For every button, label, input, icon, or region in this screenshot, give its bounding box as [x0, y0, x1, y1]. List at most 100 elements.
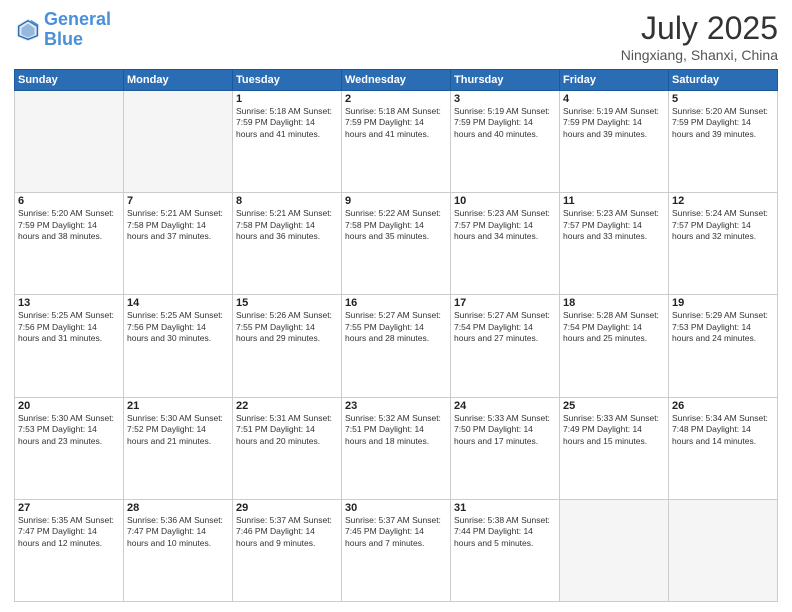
day-number: 23 [345, 400, 447, 412]
day-number: 16 [345, 297, 447, 309]
logo-text: General Blue [44, 10, 111, 50]
calendar-cell: 22Sunrise: 5:31 AM Sunset: 7:51 PM Dayli… [233, 397, 342, 499]
day-number: 13 [18, 297, 120, 309]
calendar-cell: 29Sunrise: 5:37 AM Sunset: 7:46 PM Dayli… [233, 499, 342, 601]
day-number: 22 [236, 400, 338, 412]
cell-info: Sunrise: 5:25 AM Sunset: 7:56 PM Dayligh… [127, 310, 229, 344]
calendar-cell: 16Sunrise: 5:27 AM Sunset: 7:55 PM Dayli… [342, 295, 451, 397]
calendar-header-wednesday: Wednesday [342, 70, 451, 91]
cell-info: Sunrise: 5:18 AM Sunset: 7:59 PM Dayligh… [345, 106, 447, 140]
calendar-cell: 21Sunrise: 5:30 AM Sunset: 7:52 PM Dayli… [124, 397, 233, 499]
calendar-week-3: 20Sunrise: 5:30 AM Sunset: 7:53 PM Dayli… [15, 397, 778, 499]
day-number: 24 [454, 400, 556, 412]
day-number: 12 [672, 195, 774, 207]
cell-info: Sunrise: 5:27 AM Sunset: 7:55 PM Dayligh… [345, 310, 447, 344]
cell-info: Sunrise: 5:23 AM Sunset: 7:57 PM Dayligh… [563, 208, 665, 242]
calendar-cell: 30Sunrise: 5:37 AM Sunset: 7:45 PM Dayli… [342, 499, 451, 601]
day-number: 3 [454, 93, 556, 105]
cell-info: Sunrise: 5:36 AM Sunset: 7:47 PM Dayligh… [127, 515, 229, 549]
calendar-cell: 15Sunrise: 5:26 AM Sunset: 7:55 PM Dayli… [233, 295, 342, 397]
calendar-week-0: 1Sunrise: 5:18 AM Sunset: 7:59 PM Daylig… [15, 91, 778, 193]
day-number: 2 [345, 93, 447, 105]
logo: General Blue [14, 10, 111, 50]
day-number: 9 [345, 195, 447, 207]
day-number: 31 [454, 502, 556, 514]
cell-info: Sunrise: 5:25 AM Sunset: 7:56 PM Dayligh… [18, 310, 120, 344]
cell-info: Sunrise: 5:21 AM Sunset: 7:58 PM Dayligh… [127, 208, 229, 242]
calendar-cell [15, 91, 124, 193]
cell-info: Sunrise: 5:20 AM Sunset: 7:59 PM Dayligh… [18, 208, 120, 242]
day-number: 19 [672, 297, 774, 309]
day-number: 11 [563, 195, 665, 207]
calendar-cell [669, 499, 778, 601]
logo-icon [14, 16, 42, 44]
day-number: 10 [454, 195, 556, 207]
calendar-cell: 10Sunrise: 5:23 AM Sunset: 7:57 PM Dayli… [451, 193, 560, 295]
day-number: 5 [672, 93, 774, 105]
day-number: 7 [127, 195, 229, 207]
day-number: 27 [18, 502, 120, 514]
calendar-cell: 26Sunrise: 5:34 AM Sunset: 7:48 PM Dayli… [669, 397, 778, 499]
calendar-cell: 18Sunrise: 5:28 AM Sunset: 7:54 PM Dayli… [560, 295, 669, 397]
calendar-cell: 3Sunrise: 5:19 AM Sunset: 7:59 PM Daylig… [451, 91, 560, 193]
calendar-header-monday: Monday [124, 70, 233, 91]
day-number: 4 [563, 93, 665, 105]
cell-info: Sunrise: 5:20 AM Sunset: 7:59 PM Dayligh… [672, 106, 774, 140]
calendar-cell: 27Sunrise: 5:35 AM Sunset: 7:47 PM Dayli… [15, 499, 124, 601]
day-number: 30 [345, 502, 447, 514]
calendar-header-row: SundayMondayTuesdayWednesdayThursdayFrid… [15, 70, 778, 91]
cell-info: Sunrise: 5:18 AM Sunset: 7:59 PM Dayligh… [236, 106, 338, 140]
day-number: 26 [672, 400, 774, 412]
calendar-cell: 31Sunrise: 5:38 AM Sunset: 7:44 PM Dayli… [451, 499, 560, 601]
logo-blue: Blue [44, 29, 83, 49]
calendar-cell: 2Sunrise: 5:18 AM Sunset: 7:59 PM Daylig… [342, 91, 451, 193]
calendar-header-sunday: Sunday [15, 70, 124, 91]
calendar-header-thursday: Thursday [451, 70, 560, 91]
cell-info: Sunrise: 5:19 AM Sunset: 7:59 PM Dayligh… [454, 106, 556, 140]
calendar-week-4: 27Sunrise: 5:35 AM Sunset: 7:47 PM Dayli… [15, 499, 778, 601]
calendar-cell: 5Sunrise: 5:20 AM Sunset: 7:59 PM Daylig… [669, 91, 778, 193]
calendar-header-tuesday: Tuesday [233, 70, 342, 91]
main-title: July 2025 [621, 10, 778, 47]
header: General Blue July 2025 Ningxiang, Shanxi… [14, 10, 778, 63]
cell-info: Sunrise: 5:19 AM Sunset: 7:59 PM Dayligh… [563, 106, 665, 140]
calendar-cell [560, 499, 669, 601]
cell-info: Sunrise: 5:28 AM Sunset: 7:54 PM Dayligh… [563, 310, 665, 344]
cell-info: Sunrise: 5:29 AM Sunset: 7:53 PM Dayligh… [672, 310, 774, 344]
day-number: 25 [563, 400, 665, 412]
cell-info: Sunrise: 5:27 AM Sunset: 7:54 PM Dayligh… [454, 310, 556, 344]
cell-info: Sunrise: 5:31 AM Sunset: 7:51 PM Dayligh… [236, 413, 338, 447]
calendar-cell: 24Sunrise: 5:33 AM Sunset: 7:50 PM Dayli… [451, 397, 560, 499]
calendar-cell: 8Sunrise: 5:21 AM Sunset: 7:58 PM Daylig… [233, 193, 342, 295]
calendar-cell: 7Sunrise: 5:21 AM Sunset: 7:58 PM Daylig… [124, 193, 233, 295]
calendar-header-friday: Friday [560, 70, 669, 91]
calendar-cell: 12Sunrise: 5:24 AM Sunset: 7:57 PM Dayli… [669, 193, 778, 295]
calendar-cell: 4Sunrise: 5:19 AM Sunset: 7:59 PM Daylig… [560, 91, 669, 193]
day-number: 29 [236, 502, 338, 514]
day-number: 8 [236, 195, 338, 207]
cell-info: Sunrise: 5:33 AM Sunset: 7:49 PM Dayligh… [563, 413, 665, 447]
day-number: 1 [236, 93, 338, 105]
cell-info: Sunrise: 5:24 AM Sunset: 7:57 PM Dayligh… [672, 208, 774, 242]
cell-info: Sunrise: 5:26 AM Sunset: 7:55 PM Dayligh… [236, 310, 338, 344]
cell-info: Sunrise: 5:35 AM Sunset: 7:47 PM Dayligh… [18, 515, 120, 549]
calendar-cell: 6Sunrise: 5:20 AM Sunset: 7:59 PM Daylig… [15, 193, 124, 295]
calendar-cell [124, 91, 233, 193]
title-block: July 2025 Ningxiang, Shanxi, China [621, 10, 778, 63]
cell-info: Sunrise: 5:30 AM Sunset: 7:53 PM Dayligh… [18, 413, 120, 447]
calendar-table: SundayMondayTuesdayWednesdayThursdayFrid… [14, 69, 778, 602]
calendar-cell: 20Sunrise: 5:30 AM Sunset: 7:53 PM Dayli… [15, 397, 124, 499]
page: General Blue July 2025 Ningxiang, Shanxi… [0, 0, 792, 612]
day-number: 21 [127, 400, 229, 412]
calendar-cell: 28Sunrise: 5:36 AM Sunset: 7:47 PM Dayli… [124, 499, 233, 601]
day-number: 20 [18, 400, 120, 412]
cell-info: Sunrise: 5:21 AM Sunset: 7:58 PM Dayligh… [236, 208, 338, 242]
logo-general: General [44, 9, 111, 29]
cell-info: Sunrise: 5:30 AM Sunset: 7:52 PM Dayligh… [127, 413, 229, 447]
calendar-body: 1Sunrise: 5:18 AM Sunset: 7:59 PM Daylig… [15, 91, 778, 602]
calendar-cell: 17Sunrise: 5:27 AM Sunset: 7:54 PM Dayli… [451, 295, 560, 397]
cell-info: Sunrise: 5:32 AM Sunset: 7:51 PM Dayligh… [345, 413, 447, 447]
day-number: 18 [563, 297, 665, 309]
subtitle: Ningxiang, Shanxi, China [621, 47, 778, 63]
calendar-cell: 1Sunrise: 5:18 AM Sunset: 7:59 PM Daylig… [233, 91, 342, 193]
